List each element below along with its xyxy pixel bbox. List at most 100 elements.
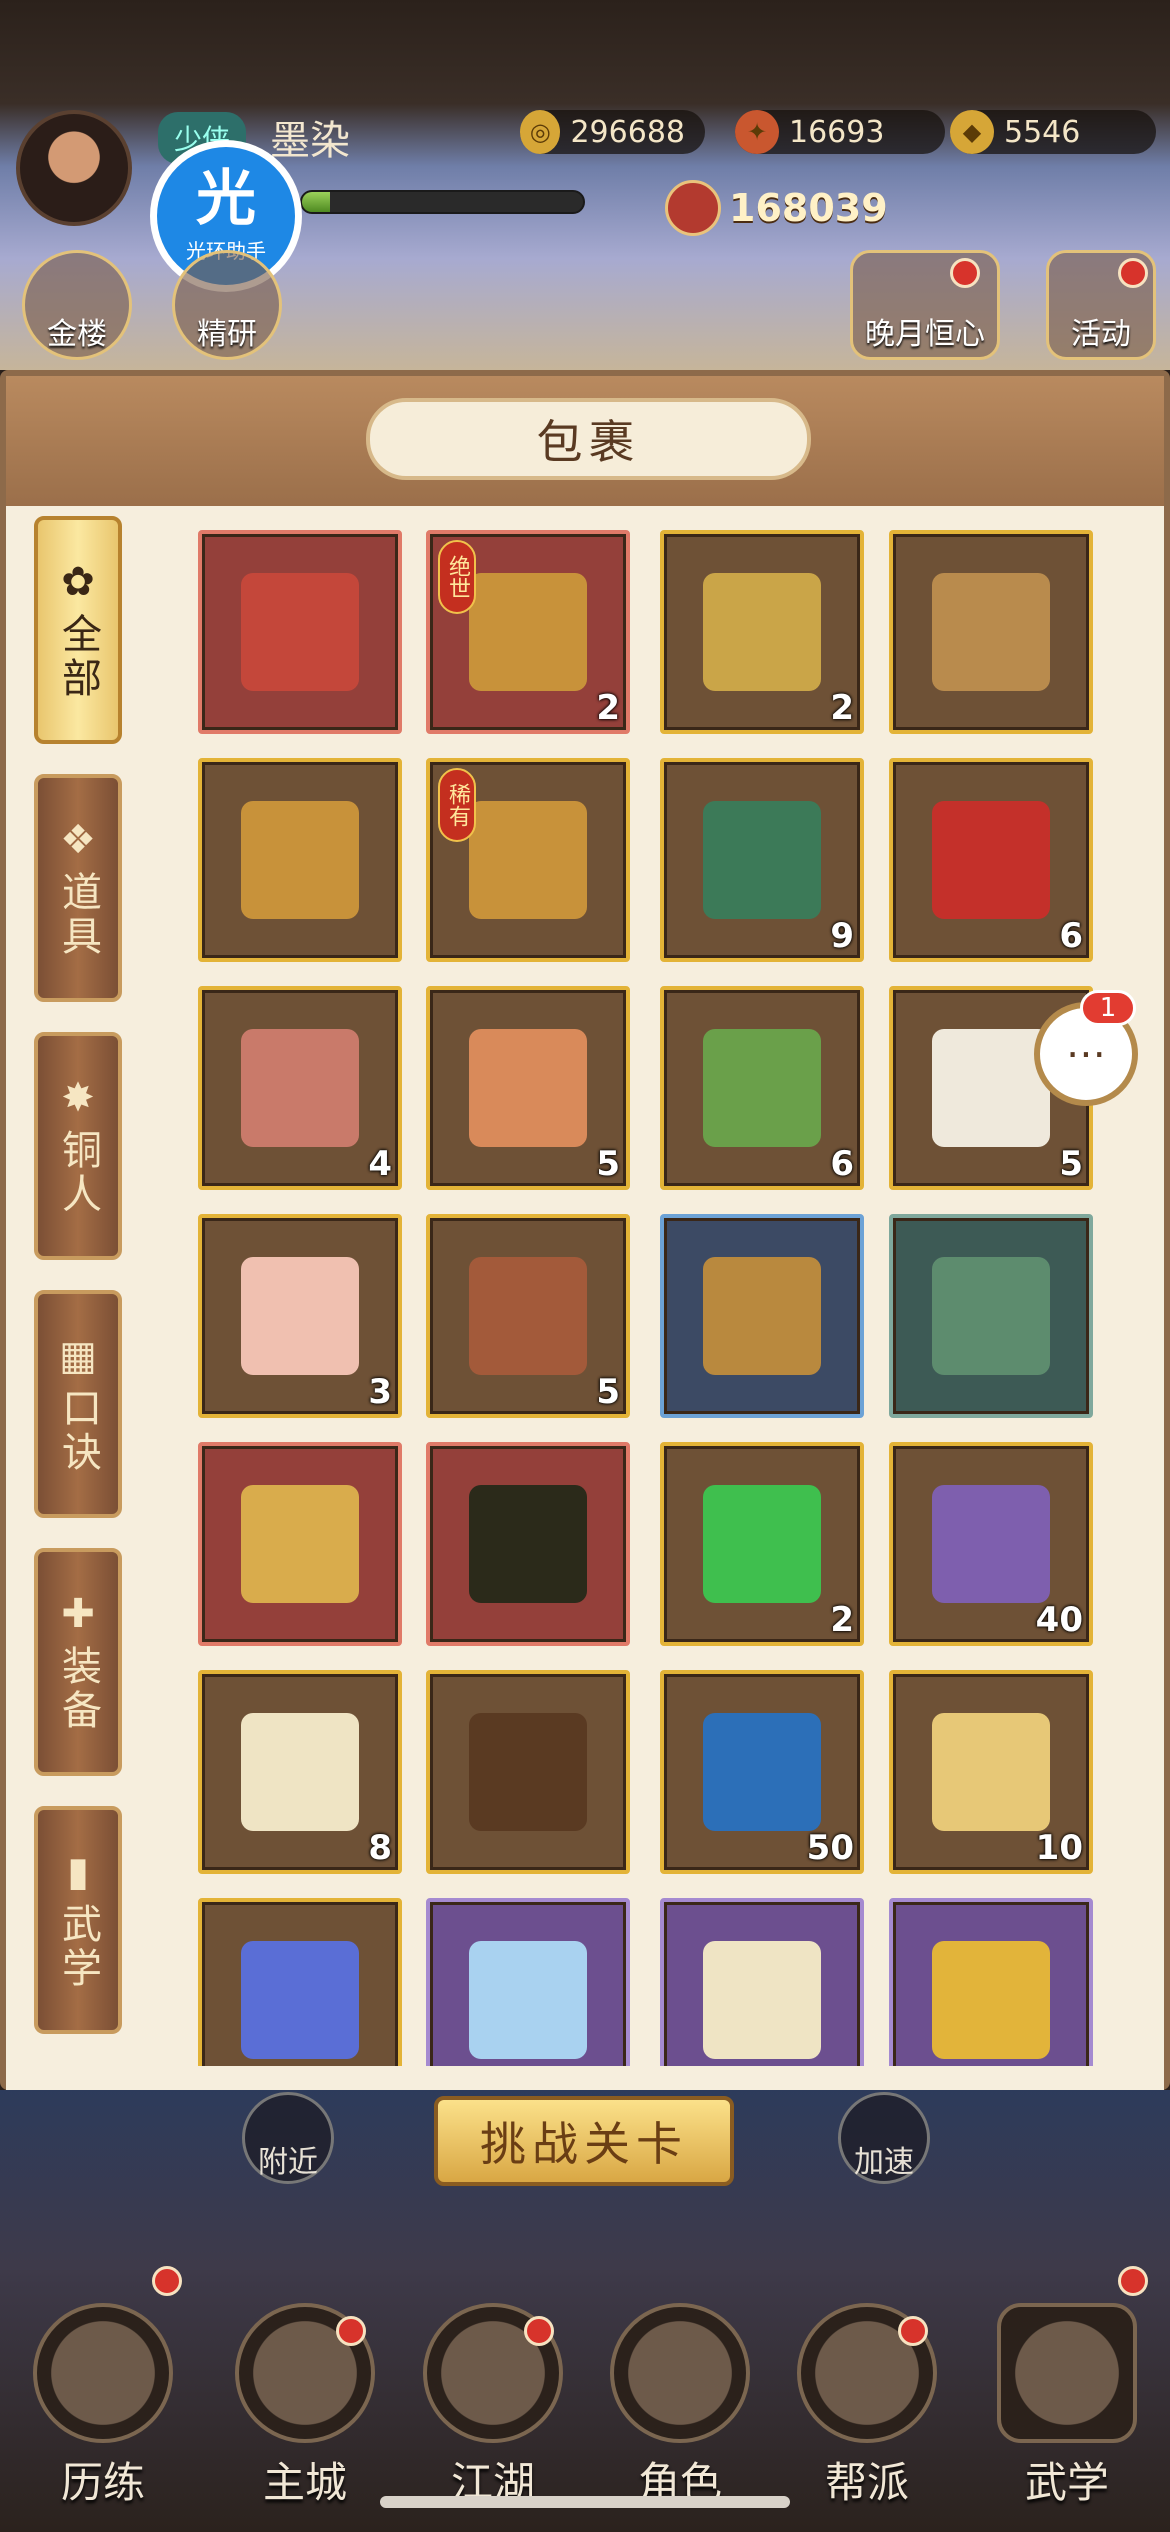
challenge-stage-button[interactable]: 挑战关卡 <box>434 2096 734 2186</box>
category-sidebar: ✿ 全部 ❖ 道具 ✸ 铜人 ▦ 口诀 ✚ 装备 ▮ 武学 <box>34 516 126 2064</box>
notification-dot <box>336 2316 366 2346</box>
item-slot[interactable] <box>198 530 402 734</box>
power-value: 168039 <box>729 186 888 230</box>
item-count: 5 <box>596 1372 620 1412</box>
copper-coin-icon: ◎ <box>520 110 561 154</box>
item-slot[interactable] <box>660 1214 864 1418</box>
item-slot[interactable] <box>426 1442 630 1646</box>
nav-training[interactable]: 历练 <box>28 2290 178 2510</box>
player-name: 墨染 <box>270 118 350 164</box>
armor-icon: ✚ <box>61 1591 95 1637</box>
item-slot[interactable]: 50 <box>660 1670 864 1874</box>
martial-arts-icon <box>997 2303 1137 2443</box>
item-slot[interactable]: 8 <box>198 1670 402 1874</box>
figure-icon: ✸ <box>61 1075 95 1121</box>
gold-nugget-icon <box>241 1485 359 1603</box>
tab-martial[interactable]: ▮ 武学 <box>34 1806 122 2034</box>
item-slot[interactable] <box>198 1898 402 2066</box>
combat-power: 168039 <box>665 180 888 236</box>
item-slot[interactable]: 4 <box>198 986 402 1190</box>
tab-all[interactable]: ✿ 全部 <box>34 516 122 744</box>
item-slot[interactable] <box>426 1670 630 1874</box>
jingyan-button[interactable]: 精研 <box>172 250 282 360</box>
item-slot[interactable]: 3 <box>198 1214 402 1418</box>
item-slot[interactable]: 9 <box>660 758 864 962</box>
item-count: 10 <box>1035 1828 1083 1868</box>
xp-bar <box>300 190 585 214</box>
item-count: 40 <box>1035 1600 1083 1640</box>
item-slot[interactable]: 10 <box>889 1670 1093 1874</box>
flame-token-icon: ✦ <box>735 110 779 154</box>
item-count: 5 <box>1059 1144 1083 1184</box>
chat-unread-badge: 1 <box>1080 990 1136 1026</box>
crystal-gem-icon <box>469 1941 587 2059</box>
item-count: 8 <box>368 1828 392 1868</box>
item-slot[interactable] <box>889 1898 1093 2066</box>
currency-copper[interactable]: ◎ 296688 <box>520 110 705 154</box>
jade-horse-bell-icon <box>703 801 821 919</box>
notification-dot <box>152 2266 182 2296</box>
green-orb-icon <box>703 1485 821 1603</box>
special-stone-icon <box>469 1485 587 1603</box>
item-slot[interactable] <box>889 530 1093 734</box>
item-slot[interactable] <box>198 758 402 962</box>
item-grid: 绝世 2 2 稀有 9 6 4 5 6 5 3 5 2 40 8 50 10 <box>198 530 1098 2066</box>
item-slot[interactable]: 5 <box>426 1214 630 1418</box>
item-slot[interactable]: 40 <box>889 1442 1093 1646</box>
gold-star-icon <box>932 1941 1050 2059</box>
item-count: 2 <box>830 1600 854 1640</box>
currency-gold[interactable]: ◆ 5546 <box>950 110 1156 154</box>
item-slot[interactable] <box>426 1898 630 2066</box>
item-count: 5 <box>596 1144 620 1184</box>
gold-ingot-icon: ◆ <box>950 110 994 154</box>
book-stand-icon <box>241 801 359 919</box>
chat-icon: ⋯ <box>1066 1031 1106 1077</box>
nearby-button[interactable]: 附近 <box>242 2092 334 2184</box>
qianji-tome-icon <box>469 1713 587 1831</box>
notification-dot <box>950 258 980 288</box>
currency-flame[interactable]: ✦ 16693 <box>735 110 945 154</box>
nav-character[interactable]: 角色 <box>605 2290 755 2510</box>
rare-book-stand-icon <box>469 801 587 919</box>
home-indicator[interactable] <box>380 2496 790 2508</box>
notification-dot <box>524 2316 554 2346</box>
item-slot[interactable] <box>889 1214 1093 1418</box>
item-slot[interactable]: 2 <box>660 1442 864 1646</box>
book-icon: ▮ <box>66 1849 89 1895</box>
golden-book-stand-icon <box>469 573 587 691</box>
item-slot[interactable] <box>660 1898 864 2066</box>
nav-martial-arts[interactable]: 武学 <box>992 2290 1142 2510</box>
chicken-plate-icon <box>241 1257 359 1375</box>
power-icon <box>665 180 721 236</box>
item-slot[interactable]: 稀有 <box>426 758 630 962</box>
panel-title: 包裹 <box>366 398 811 480</box>
item-slot[interactable]: 5 <box>426 986 630 1190</box>
tab-items[interactable]: ❖ 道具 <box>34 774 122 1002</box>
item-slot[interactable]: 2 <box>660 530 864 734</box>
player-avatar[interactable] <box>16 110 132 226</box>
item-slot[interactable]: 6 <box>889 758 1093 962</box>
tab-formula[interactable]: ▦ 口诀 <box>34 1290 122 1518</box>
rainbow-flower-icon <box>932 1485 1050 1603</box>
red-envelope-book-icon <box>241 573 359 691</box>
item-count: 2 <box>830 688 854 728</box>
tab-bronze[interactable]: ✸ 铜人 <box>34 1032 122 1260</box>
currency-value: 296688 <box>570 114 685 150</box>
speed-up-button[interactable]: 加速 <box>838 2092 930 2184</box>
fan-icon: ✿ <box>61 559 95 605</box>
item-slot[interactable] <box>198 1442 402 1646</box>
tab-equipment[interactable]: ✚ 装备 <box>34 1548 122 1776</box>
arena-scroll-icon <box>703 1941 821 2059</box>
item-count: 6 <box>830 1144 854 1184</box>
weapon-chest-blue-icon <box>703 1257 821 1375</box>
water-orb-icon <box>703 1713 821 1831</box>
item-slot[interactable]: 绝世 2 <box>426 530 630 734</box>
xp-fill <box>302 192 331 212</box>
item-count: 2 <box>596 688 620 728</box>
jinlou-button[interactable]: 金楼 <box>22 250 132 360</box>
item-slot[interactable]: 6 <box>660 986 864 1190</box>
red-gift-book-icon <box>932 801 1050 919</box>
currency-value: 16693 <box>789 114 885 150</box>
card-chest-icon <box>932 573 1050 691</box>
panel-header: 包裹 <box>6 376 1164 506</box>
